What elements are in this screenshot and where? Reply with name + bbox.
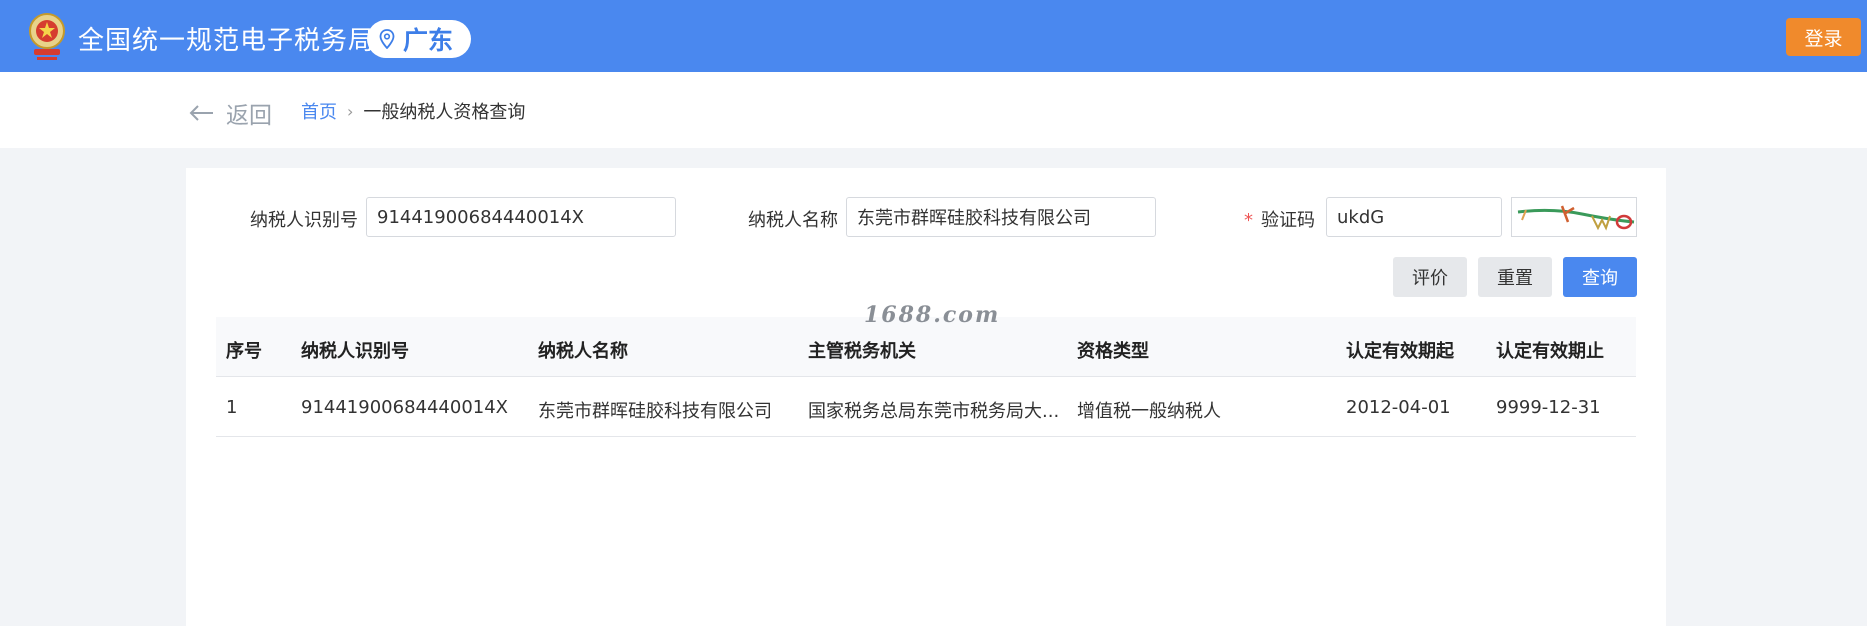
breadcrumb-bar — [0, 72, 1867, 148]
table-cell-valid-to: 9999-12-31 — [1496, 397, 1601, 418]
breadcrumb-separator: › — [347, 101, 354, 121]
reset-button[interactable]: 重置 — [1478, 257, 1552, 297]
column-header: 主管税务机关 — [808, 341, 916, 362]
table-cell-valid-from: 2012-04-01 — [1346, 397, 1451, 418]
table-cell-taxpayer-name: 东莞市群晖硅胶科技有限公司 — [538, 401, 772, 422]
captcha-input[interactable]: ukdG — [1326, 197, 1502, 237]
column-header: 纳税人识别号 — [301, 341, 409, 362]
column-header: 序号 — [226, 341, 262, 362]
taxpayer-name-label: 纳税人名称 — [748, 210, 838, 231]
breadcrumb: 首页 › 一般纳税人资格查询 — [301, 98, 525, 124]
taxpayer-name-input[interactable]: 东莞市群晖硅胶科技有限公司 — [846, 197, 1156, 237]
arrow-left-icon — [189, 105, 213, 121]
column-header: 纳税人名称 — [538, 341, 628, 362]
region-selector[interactable]: 广东 — [367, 20, 472, 58]
site-title: 全国统一规范电子税务局 — [78, 26, 376, 56]
tax-emblem-icon — [29, 13, 65, 60]
query-button[interactable]: 查询 — [1563, 257, 1637, 297]
region-label: 广东 — [403, 26, 454, 55]
captcha-image[interactable] — [1511, 197, 1637, 237]
table-cell-tax-authority: 国家税务总局东莞市税务局大... — [808, 401, 1060, 422]
back-button[interactable]: 返回 — [188, 96, 272, 130]
back-label: 返回 — [226, 103, 272, 129]
column-header: 认定有效期起 — [1346, 341, 1454, 362]
watermark-text: 1688.com — [864, 302, 1001, 328]
captcha-label: * 验证码 — [1244, 206, 1315, 232]
column-header: 资格类型 — [1077, 341, 1149, 362]
table-cell-qualification-type: 增值税一般纳税人 — [1077, 401, 1221, 422]
breadcrumb-current: 一般纳税人资格查询 — [363, 102, 526, 123]
required-mark: * — [1244, 210, 1253, 231]
breadcrumb-home-link[interactable]: 首页 — [301, 98, 337, 124]
login-button[interactable]: 登录 — [1786, 18, 1861, 56]
column-header: 认定有效期止 — [1496, 341, 1604, 362]
captcha-label-text: 验证码 — [1261, 210, 1315, 231]
evaluate-button[interactable]: 评价 — [1393, 257, 1467, 297]
location-pin-icon — [379, 29, 395, 49]
top-header-bar: 全国统一规范电子税务局 广东 登录 — [0, 0, 1867, 72]
table-cell-taxpayer-id: 91441900684440014X — [301, 397, 509, 418]
taxpayer-id-input[interactable]: 91441900684440014X — [366, 197, 676, 237]
table-cell-index: 1 — [226, 397, 238, 418]
taxpayer-id-label: 纳税人识别号 — [250, 210, 358, 231]
